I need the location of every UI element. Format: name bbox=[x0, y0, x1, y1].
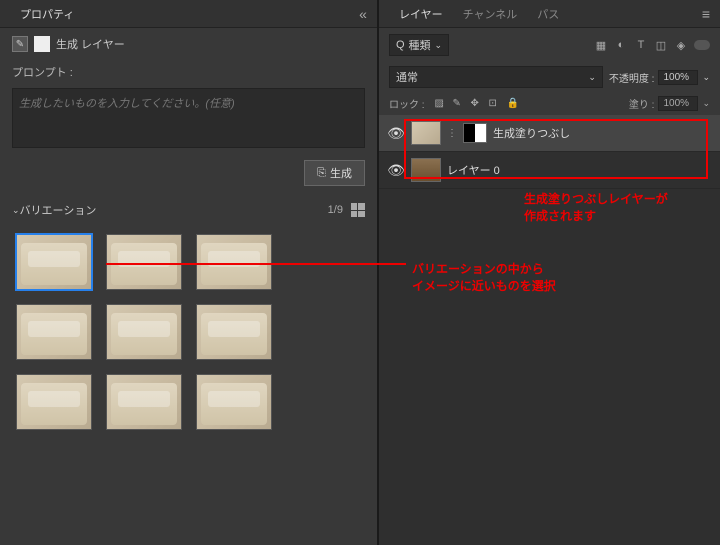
panel-collapse-icon[interactable]: « bbox=[359, 6, 367, 22]
panel-menu-icon[interactable]: ≡ bbox=[702, 6, 710, 22]
dropdown-icon: ⌄ bbox=[435, 40, 443, 51]
layers-list: 👁 ⋮ 生成塗りつぶし 👁 レイヤー 0 bbox=[379, 115, 720, 545]
blend-mode-value: 通常 bbox=[396, 69, 418, 85]
layer-type-label: 生成 レイヤー bbox=[56, 36, 125, 52]
dropdown-icon[interactable]: ⌄ bbox=[702, 98, 710, 109]
layer-name[interactable]: レイヤー 0 bbox=[447, 162, 712, 178]
mask-icon bbox=[34, 36, 50, 52]
prompt-label: プロンプト : bbox=[0, 60, 377, 84]
variation-thumb-9[interactable] bbox=[196, 374, 272, 430]
filter-image-icon[interactable]: ▦ bbox=[594, 38, 608, 52]
variation-thumb-5[interactable] bbox=[106, 304, 182, 360]
layer-row-background[interactable]: 👁 レイヤー 0 bbox=[379, 152, 720, 189]
opacity-label: 不透明度 : bbox=[609, 70, 655, 85]
lock-paint-icon[interactable]: ✎ bbox=[453, 98, 465, 110]
grid-view-icon[interactable] bbox=[351, 203, 365, 217]
search-icon: Q bbox=[396, 39, 405, 51]
properties-panel: プロパティ « ✎ 生成 レイヤー プロンプト : 生成したいものを入力してくだ… bbox=[0, 0, 377, 545]
variation-grid bbox=[0, 226, 377, 438]
layer-thumbnail[interactable] bbox=[411, 158, 441, 182]
variation-thumb-1[interactable] bbox=[16, 234, 92, 290]
filter-type-icon[interactable]: T bbox=[634, 38, 648, 52]
generate-button[interactable]: ⎘ 生成 bbox=[304, 160, 365, 186]
layers-panel: レイヤー チャンネル パス ≡ Q 種類 ⌄ ▦ ◐ T ◫ ◈ 通常 ⌄ 不透… bbox=[379, 0, 720, 545]
layers-tab[interactable]: レイヤー bbox=[389, 2, 453, 26]
lock-move-icon[interactable]: ✥ bbox=[471, 98, 483, 110]
chevron-down-icon[interactable]: ⌄ bbox=[12, 205, 20, 216]
filter-icons: ▦ ◐ T ◫ ◈ bbox=[594, 38, 688, 52]
layer-thumbnail[interactable] bbox=[411, 121, 441, 145]
lock-row: ロック : ▨ ✎ ✥ ⊡ 🔒 塗り : 100% ⌄ bbox=[379, 92, 720, 115]
filter-row: Q 種類 ⌄ ▦ ◐ T ◫ ◈ bbox=[379, 28, 720, 62]
variation-thumb-7[interactable] bbox=[16, 374, 92, 430]
layer-mask-thumbnail[interactable] bbox=[463, 123, 487, 143]
generate-icon: ⎘ bbox=[317, 167, 326, 180]
layer-type-section: ✎ 生成 レイヤー bbox=[0, 28, 377, 60]
variations-header: ⌄ バリエーション 1/9 bbox=[0, 194, 377, 226]
generate-label: 生成 bbox=[330, 165, 352, 181]
dropdown-icon: ⌄ bbox=[588, 72, 596, 83]
variation-thumb-2[interactable] bbox=[106, 234, 182, 290]
fill-field[interactable]: 100% bbox=[658, 96, 698, 111]
paths-tab[interactable]: パス bbox=[527, 2, 569, 26]
variation-thumb-3[interactable] bbox=[196, 234, 272, 290]
layer-row-generative-fill[interactable]: 👁 ⋮ 生成塗りつぶし bbox=[379, 115, 720, 152]
variation-count: 1/9 bbox=[328, 204, 343, 216]
visibility-icon[interactable]: 👁 bbox=[387, 125, 405, 142]
opacity-field[interactable]: 100% bbox=[658, 70, 698, 85]
variations-title: バリエーション bbox=[20, 202, 328, 218]
filter-adjust-icon[interactable]: ◐ bbox=[614, 38, 628, 52]
lock-artboard-icon[interactable]: ⊡ bbox=[489, 98, 501, 110]
blend-mode-dropdown[interactable]: 通常 ⌄ bbox=[389, 66, 603, 88]
blend-row: 通常 ⌄ 不透明度 : 100% ⌄ bbox=[379, 62, 720, 92]
fill-group: 塗り : 100% ⌄ bbox=[629, 96, 710, 111]
filter-toggle[interactable] bbox=[694, 40, 710, 50]
lock-all-icon[interactable]: ▨ bbox=[435, 98, 447, 110]
link-icon: ⋮ bbox=[447, 128, 457, 139]
layers-header: レイヤー チャンネル パス ≡ bbox=[379, 0, 720, 28]
generate-row: ⎘ 生成 bbox=[0, 152, 377, 194]
opacity-group: 不透明度 : 100% ⌄ bbox=[609, 70, 710, 85]
pen-icon: ✎ bbox=[12, 36, 28, 52]
prompt-input[interactable]: 生成したいものを入力してください。(任意) bbox=[12, 88, 365, 148]
properties-header: プロパティ « bbox=[0, 0, 377, 28]
lock-icons: ▨ ✎ ✥ ⊡ 🔒 bbox=[435, 98, 519, 110]
lock-icon[interactable]: 🔒 bbox=[507, 98, 519, 110]
variation-thumb-4[interactable] bbox=[16, 304, 92, 360]
kind-filter[interactable]: Q 種類 ⌄ bbox=[389, 34, 449, 56]
properties-tab[interactable]: プロパティ bbox=[10, 2, 84, 26]
variation-thumb-8[interactable] bbox=[106, 374, 182, 430]
lock-label: ロック : bbox=[389, 96, 425, 111]
filter-smart-icon[interactable]: ◈ bbox=[674, 38, 688, 52]
dropdown-icon[interactable]: ⌄ bbox=[702, 72, 710, 83]
variation-thumb-6[interactable] bbox=[196, 304, 272, 360]
visibility-icon[interactable]: 👁 bbox=[387, 162, 405, 179]
kind-label: 種類 bbox=[409, 37, 431, 53]
channels-tab[interactable]: チャンネル bbox=[453, 2, 528, 26]
filter-shape-icon[interactable]: ◫ bbox=[654, 38, 668, 52]
layer-name[interactable]: 生成塗りつぶし bbox=[493, 125, 712, 141]
fill-label: 塗り : bbox=[629, 96, 655, 111]
